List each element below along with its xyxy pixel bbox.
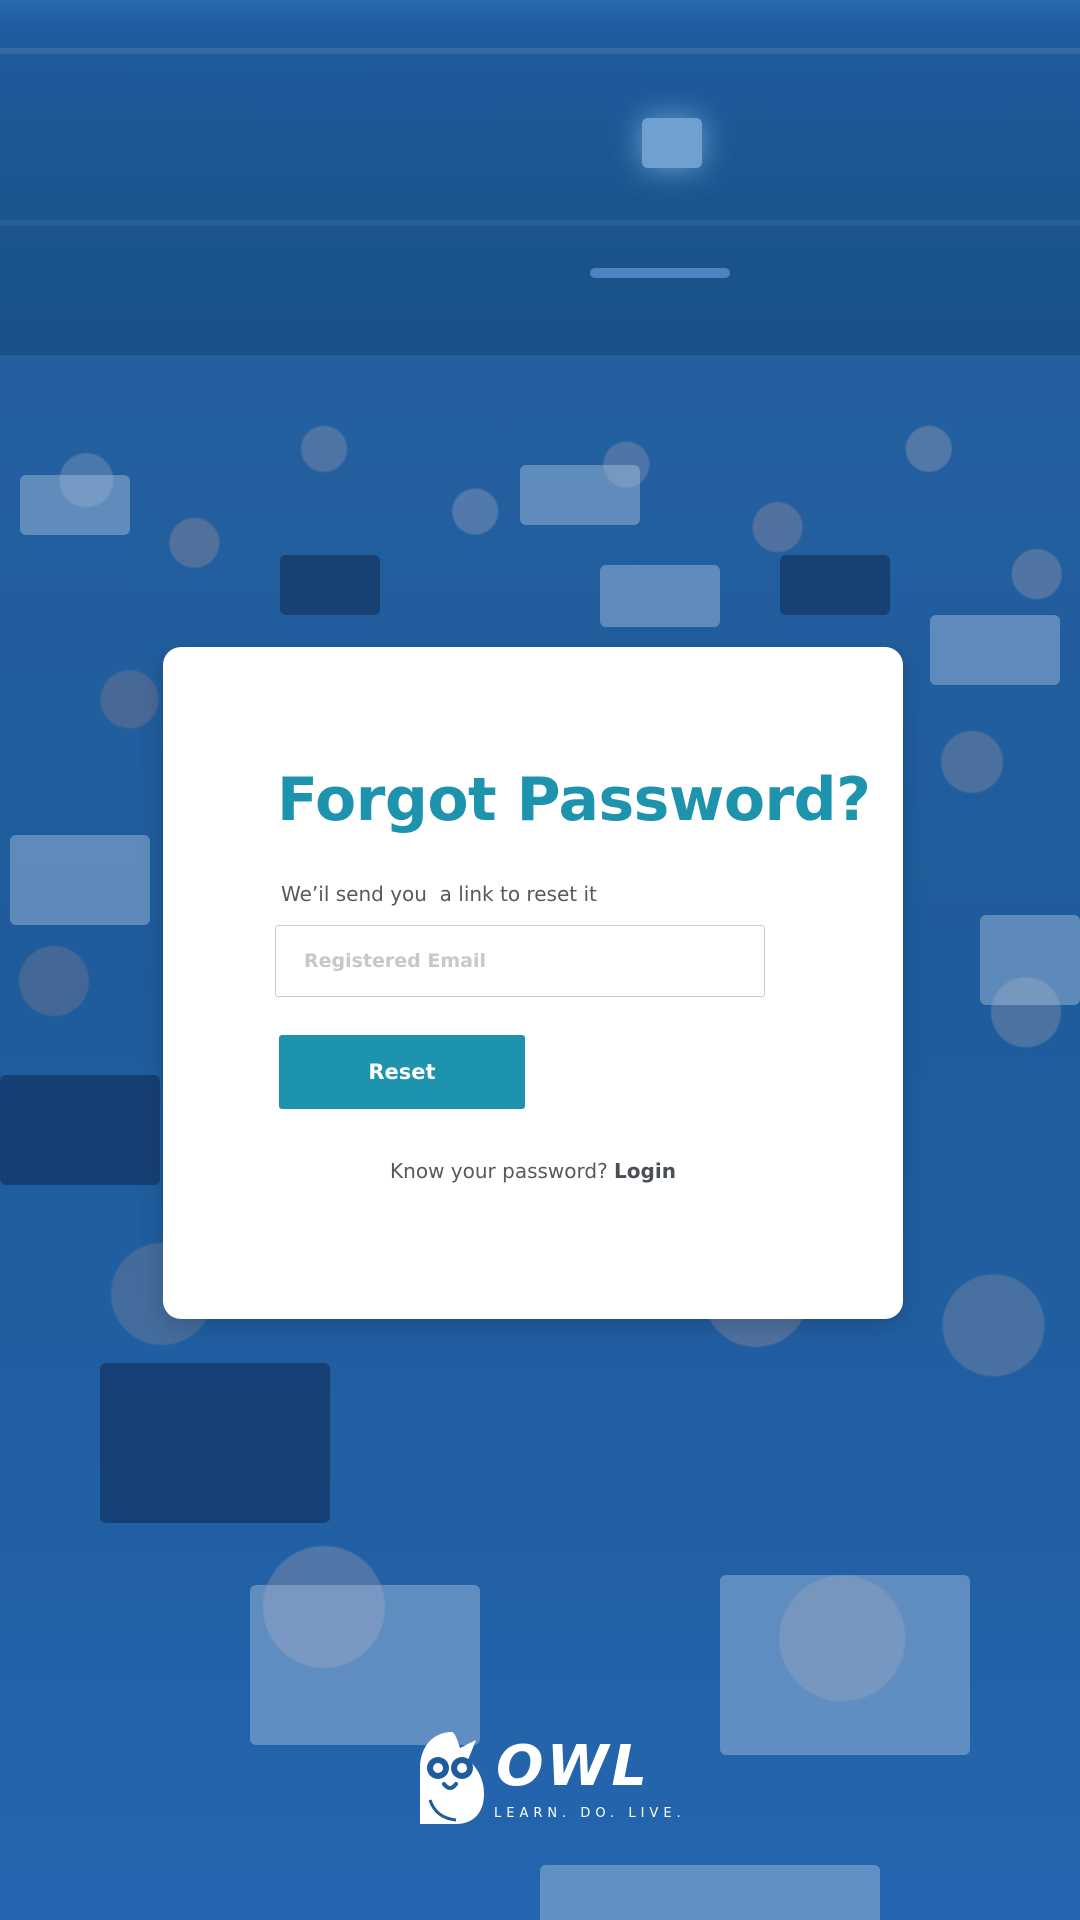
ceiling-light-strip bbox=[590, 268, 730, 278]
instruction-text: We’il send you a link to reset it bbox=[281, 882, 597, 906]
owl-logo: OWL LEARN. DO. LIVE. bbox=[416, 1728, 681, 1828]
page-title: Forgot Password? bbox=[277, 765, 871, 835]
brand-tagline: LEARN. DO. LIVE. bbox=[494, 1806, 686, 1821]
email-field[interactable] bbox=[275, 925, 765, 997]
login-link[interactable]: Login bbox=[614, 1159, 676, 1183]
login-prompt-text: Know your password? bbox=[390, 1159, 608, 1183]
background-ceiling bbox=[0, 0, 1080, 355]
reset-button[interactable]: Reset bbox=[279, 1035, 525, 1109]
forgot-password-card: Forgot Password? We’il send you a link t… bbox=[163, 647, 903, 1319]
ceiling-light bbox=[642, 118, 702, 168]
brand-name: OWL bbox=[496, 1734, 651, 1799]
forgot-password-screen: Forgot Password? We’il send you a link t… bbox=[0, 0, 1080, 1920]
owl-icon bbox=[420, 1732, 484, 1824]
login-prompt-row: Know your password? Login bbox=[163, 1159, 903, 1183]
